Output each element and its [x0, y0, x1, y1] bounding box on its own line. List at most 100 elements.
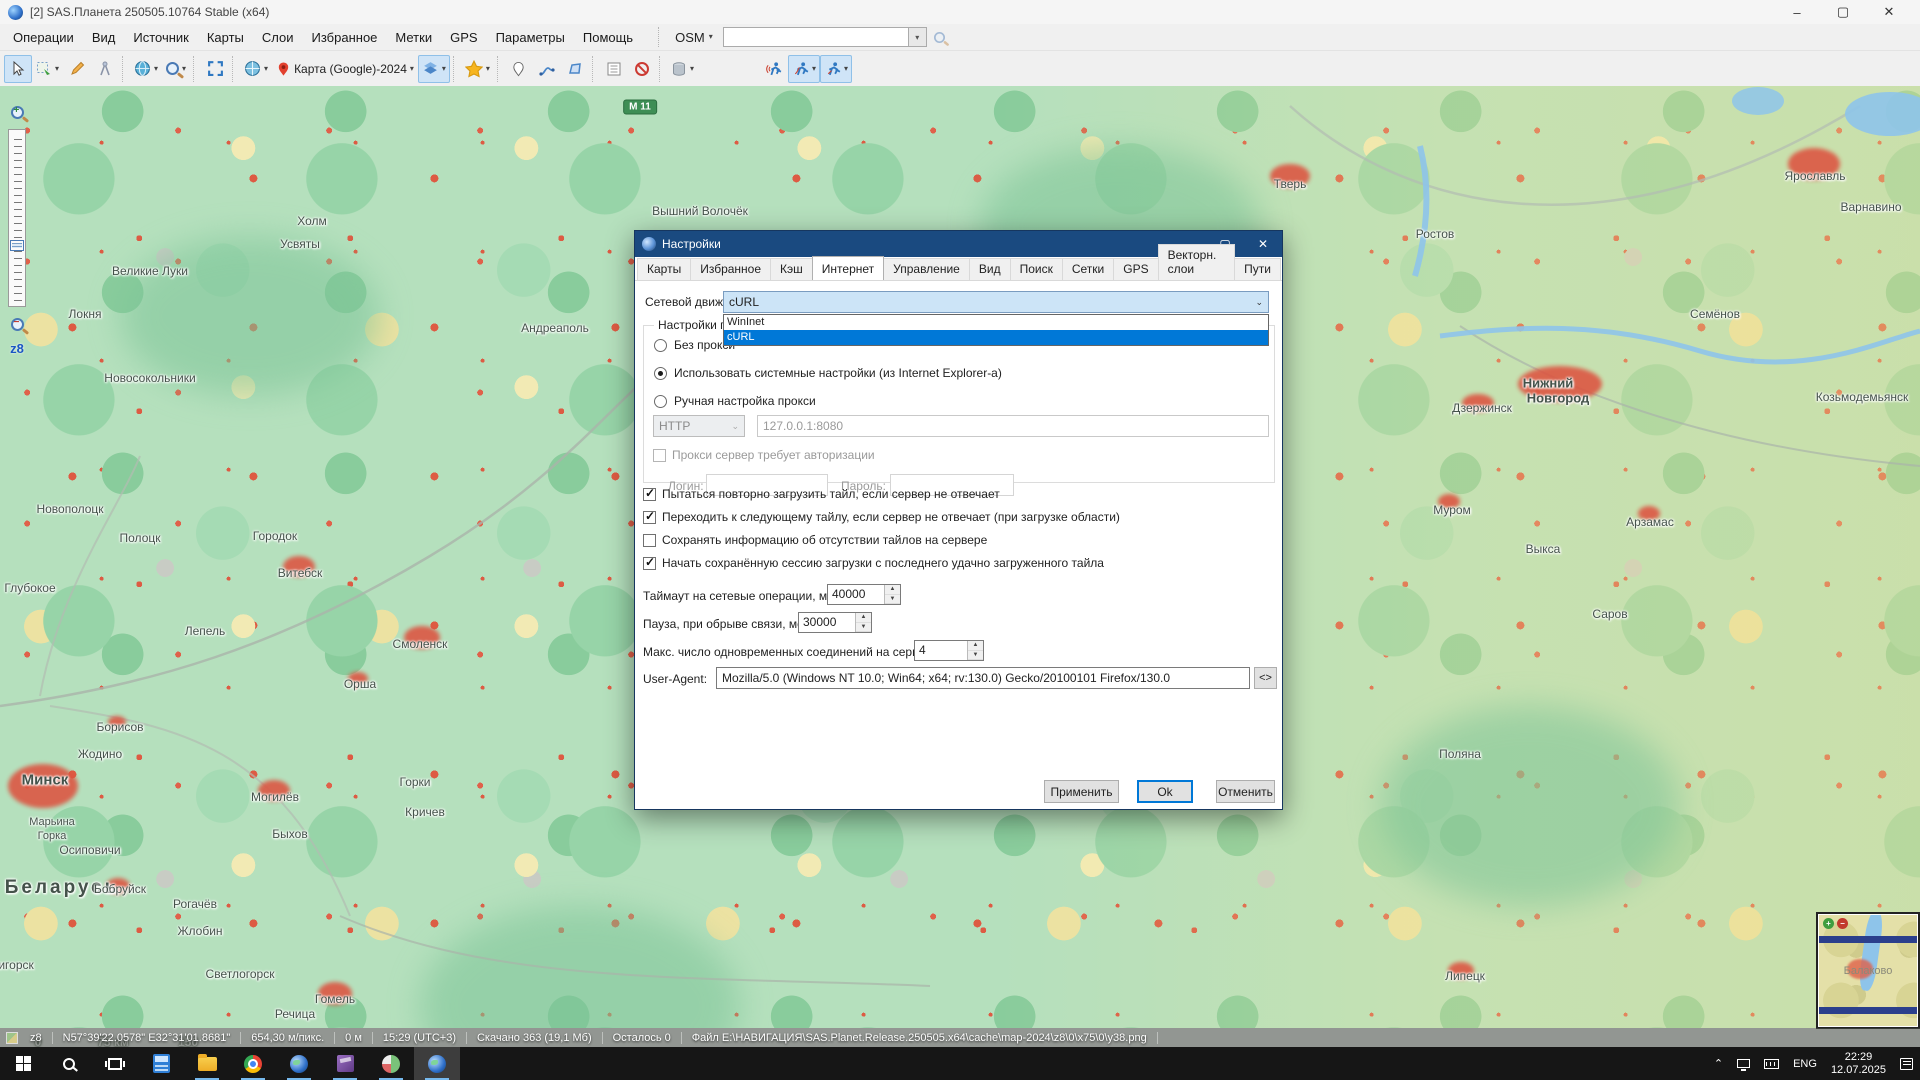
- task-view-button[interactable]: [92, 1047, 138, 1080]
- taskbar-app-chrome[interactable]: [230, 1047, 276, 1080]
- menu-item[interactable]: Вид: [83, 26, 125, 49]
- user-agent-input[interactable]: Mozilla/5.0 (Windows NT 10.0; Win64; x64…: [716, 667, 1250, 689]
- radio-system-proxy[interactable]: Использовать системные настройки (из Int…: [654, 366, 1002, 380]
- spinner-arrows[interactable]: ▲▼: [967, 641, 983, 660]
- map-place-label: Поляна: [1439, 747, 1481, 761]
- search-icon[interactable]: [934, 31, 945, 42]
- apply-button[interactable]: Применить: [1044, 780, 1119, 803]
- notification-icon[interactable]: [1893, 1047, 1920, 1080]
- spinner-arrows[interactable]: ▲▼: [855, 613, 871, 632]
- tray-language[interactable]: ENG: [1786, 1047, 1824, 1080]
- taskbar-app-explorer[interactable]: [184, 1047, 230, 1080]
- add-path-button[interactable]: [533, 55, 561, 83]
- taskbar-app-viewer[interactable]: [322, 1047, 368, 1080]
- search-source-button[interactable]: OSM ▾: [671, 28, 717, 47]
- fullscreen-button[interactable]: [201, 55, 229, 83]
- menu-item[interactable]: Операции: [4, 26, 83, 49]
- menu-item[interactable]: Источник: [124, 26, 198, 49]
- selection-tool-button[interactable]: ▾: [32, 55, 63, 83]
- max-connections-spinner[interactable]: 4 ▲▼: [914, 640, 984, 661]
- internet-cache-mode-button[interactable]: ▾: [130, 55, 162, 83]
- layers-button[interactable]: ▾: [418, 55, 450, 83]
- option-checkbox[interactable]: Сохранять информацию об отсутствии тайло…: [643, 532, 1120, 548]
- settings-tab[interactable]: Карты: [637, 258, 691, 280]
- geosearch-history-button[interactable]: ▾: [909, 27, 927, 47]
- spinner-arrows[interactable]: ▲▼: [884, 585, 900, 604]
- favorites-button[interactable]: ▾: [461, 55, 494, 83]
- option-checkbox[interactable]: Переходить к следующему тайлу, если серв…: [643, 509, 1120, 525]
- geosearch-input[interactable]: [723, 27, 909, 47]
- settings-tab[interactable]: Интернет: [812, 256, 884, 280]
- timeout-spinner[interactable]: 40000 ▲▼: [827, 584, 901, 605]
- user-agent-edit-button[interactable]: <>: [1254, 667, 1277, 689]
- proxy-auth-checkbox[interactable]: Прокси сервер требует авторизации: [653, 447, 875, 463]
- menu-item[interactable]: Слои: [253, 26, 303, 49]
- settings-tab[interactable]: Избранное: [690, 258, 771, 280]
- pointer-tool-button[interactable]: [4, 55, 32, 83]
- overview-minimap[interactable]: Балаково + −: [1816, 912, 1920, 1029]
- keyboard-icon[interactable]: [1757, 1047, 1786, 1080]
- proxy-type-select[interactable]: HTTP ⌄: [653, 415, 745, 437]
- cancel-button[interactable]: Отменить: [1216, 780, 1275, 803]
- start-button[interactable]: [0, 1047, 46, 1080]
- hide-marks-button[interactable]: [628, 55, 656, 83]
- menu-item[interactable]: Параметры: [487, 26, 574, 49]
- minimap-zoom-in-button[interactable]: +: [1823, 918, 1834, 929]
- zoom-in-button[interactable]: +: [5, 100, 29, 124]
- taskbar-app-calculator[interactable]: [138, 1047, 184, 1080]
- proxy-address-input[interactable]: 127.0.0.1:8080: [757, 415, 1269, 437]
- gps-marker-button[interactable]: ▾: [820, 55, 852, 83]
- map-place-label: Лепель: [185, 624, 226, 638]
- menu-item[interactable]: Избранное: [303, 26, 387, 49]
- tray-clock[interactable]: 22:2912.07.2025: [1824, 1047, 1893, 1080]
- settings-tab[interactable]: Вид: [969, 258, 1011, 280]
- settings-tab[interactable]: Поиск: [1010, 258, 1063, 280]
- settings-tab[interactable]: Управление: [883, 258, 970, 280]
- taskbar-app-sasplanet[interactable]: [276, 1047, 322, 1080]
- dialog-close-button[interactable]: ✕: [1244, 231, 1282, 257]
- settings-tab[interactable]: Пути: [1234, 258, 1281, 280]
- chevron-down-icon: ▾: [486, 65, 490, 73]
- window-maximize-button[interactable]: ▢: [1820, 0, 1866, 24]
- settings-tab[interactable]: Кэш: [770, 258, 813, 280]
- taskbar-search-button[interactable]: [46, 1047, 92, 1080]
- engine-option[interactable]: WinInet: [724, 315, 1268, 330]
- menu-item[interactable]: Помощь: [574, 26, 642, 49]
- placemark-manager-button[interactable]: [600, 55, 628, 83]
- add-placemark-button[interactable]: [505, 55, 533, 83]
- option-checkbox[interactable]: Пытаться повторно загрузить тайл, если с…: [643, 486, 1120, 502]
- window-minimize-button[interactable]: –: [1774, 0, 1820, 24]
- menu-item[interactable]: Метки: [386, 26, 441, 49]
- network-engine-combobox[interactable]: cURL ⌄: [723, 291, 1269, 313]
- add-polygon-button[interactable]: [561, 55, 589, 83]
- network-icon[interactable]: [1730, 1047, 1757, 1080]
- chevron-down-icon: ▾: [709, 33, 713, 41]
- gps-connect-button[interactable]: [760, 55, 788, 83]
- map-source-globe-button[interactable]: ▾: [240, 55, 272, 83]
- tray-chevron-icon[interactable]: ⌃: [1707, 1047, 1730, 1080]
- map-select-button[interactable]: Карта (Google)-2024 ▾: [272, 55, 418, 83]
- zoom-tool-button[interactable]: ▾: [162, 55, 190, 83]
- option-checkbox[interactable]: Начать сохранённую сессию загрузки с пос…: [643, 555, 1120, 571]
- zoom-out-button[interactable]: −: [5, 312, 29, 336]
- settings-tab[interactable]: Векторн. слои: [1158, 244, 1236, 280]
- ok-button[interactable]: Ok: [1137, 780, 1193, 803]
- taskbar-app-sasplanet-active[interactable]: [414, 1047, 460, 1080]
- cache-storage-button[interactable]: ▾: [667, 55, 698, 83]
- navigation-tool-button[interactable]: [91, 55, 119, 83]
- settings-tab[interactable]: GPS: [1113, 258, 1158, 280]
- max-connections-value: 4: [915, 641, 967, 660]
- measure-tool-button[interactable]: [63, 55, 91, 83]
- minimap-zoom-out-button[interactable]: −: [1837, 918, 1848, 929]
- engine-option[interactable]: cURL: [724, 330, 1268, 345]
- window-close-button[interactable]: ✕: [1866, 0, 1912, 24]
- gps-track-button[interactable]: ▾: [788, 55, 820, 83]
- taskbar-app-osm[interactable]: [368, 1047, 414, 1080]
- menu-item[interactable]: GPS: [441, 26, 486, 49]
- settings-tab[interactable]: Сетки: [1062, 258, 1114, 280]
- menu-item[interactable]: Карты: [198, 26, 253, 49]
- zoom-slider-handle[interactable]: [10, 240, 24, 251]
- pause-spinner[interactable]: 30000 ▲▼: [798, 612, 872, 633]
- radio-manual-proxy[interactable]: Ручная настройка прокси: [654, 394, 816, 408]
- zoom-slider[interactable]: [8, 129, 26, 307]
